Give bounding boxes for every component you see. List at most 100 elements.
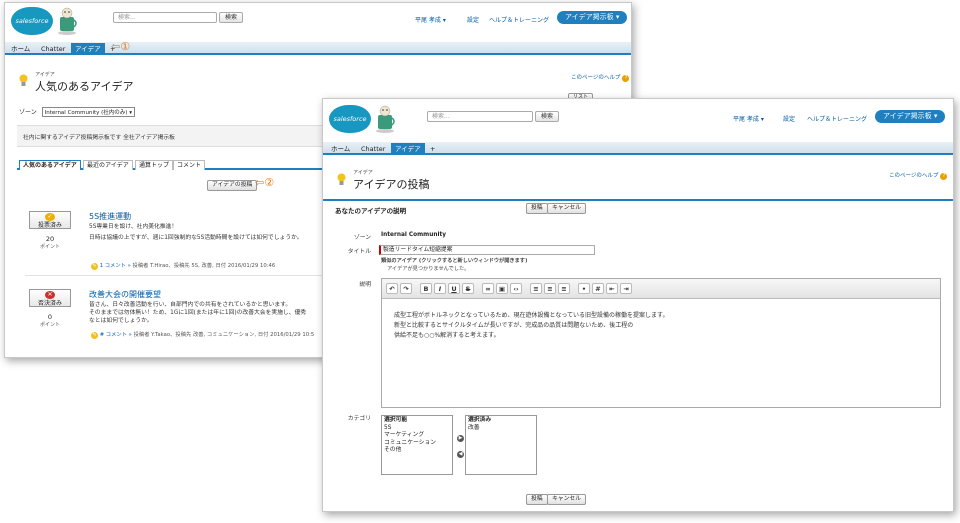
image-icon[interactable]: ▣ bbox=[496, 283, 508, 294]
salesforce-logo[interactable]: salesforce bbox=[11, 7, 53, 35]
mascot-icon bbox=[58, 7, 77, 35]
align-center-icon[interactable]: ≡ bbox=[544, 283, 556, 294]
subtab-comments[interactable]: コメント bbox=[173, 160, 206, 170]
rich-text-editor[interactable]: ↶ ↷ B I U S ∞ ▣ ‹› ≡ ≡ ≡ • # ⇤ ⇥ 成型工程がボト… bbox=[381, 278, 941, 408]
page-help-link[interactable]: このページのヘルプ? bbox=[889, 171, 948, 180]
category-option-kaizen[interactable]: 改善 bbox=[468, 425, 534, 433]
add-category-arrow-icon[interactable]: ▶ bbox=[457, 435, 464, 442]
vote-label: 否決済み bbox=[37, 300, 62, 307]
redo-icon[interactable]: ↷ bbox=[400, 283, 412, 294]
subtab-top-all-time[interactable]: 通算トップ bbox=[135, 160, 174, 170]
vote-label: 投票済み bbox=[37, 222, 62, 229]
rejected-icon: ✕ bbox=[45, 291, 55, 299]
idea-meta: ✎ 1 コメント » 投稿者 T.Hirao、投稿先 5S, 改善, 日付 20… bbox=[89, 261, 275, 270]
user-menu[interactable]: 平尾 孝成 ▾ bbox=[415, 15, 446, 24]
category-label: カテゴリ bbox=[347, 416, 371, 422]
search-input[interactable]: 検索... bbox=[427, 111, 533, 122]
lightbulb-icon bbox=[337, 173, 346, 185]
editor-toolbar: ↶ ↷ B I U S ∞ ▣ ‹› ≡ ≡ ≡ • # ⇤ ⇥ bbox=[382, 279, 940, 299]
tab-home[interactable]: ホーム bbox=[327, 143, 354, 155]
vote-button[interactable]: ✓ 投票済み bbox=[29, 211, 71, 229]
align-right-icon[interactable]: ≡ bbox=[558, 283, 570, 294]
post-button-bottom[interactable]: 投稿 bbox=[526, 494, 548, 505]
idea-title[interactable]: 改善大会の開催要望 bbox=[89, 289, 161, 300]
italic-icon[interactable]: I bbox=[434, 283, 446, 294]
title-input[interactable]: 製造リードタイム短縮提案 bbox=[379, 245, 595, 255]
points-unit: ポイント bbox=[39, 244, 60, 250]
selected-categories-list[interactable]: 選択済み 改善 bbox=[465, 415, 537, 475]
help-training-link[interactable]: ヘルプ＆トレーニング bbox=[489, 15, 549, 24]
numbered-list-icon[interactable]: # bbox=[592, 283, 604, 294]
category-option-5s[interactable]: 5S bbox=[384, 425, 450, 433]
idea-meta-text: 投稿者 Y.Takao、投稿先 改善, コミュニケーション, 日付 2016/0… bbox=[133, 332, 315, 338]
comment-icon: ✎ bbox=[91, 332, 98, 339]
tab-ideas[interactable]: アイデア bbox=[391, 143, 425, 155]
page-title: 人気のあるアイデア bbox=[35, 80, 134, 93]
undo-icon[interactable]: ↶ bbox=[386, 283, 398, 294]
cancel-button-top[interactable]: キャンセル bbox=[547, 203, 586, 214]
tab-bar: ホーム Chatter アイデア + bbox=[5, 42, 631, 55]
search-input[interactable]: 検索... bbox=[113, 12, 217, 23]
available-categories-list[interactable]: 選択可能 5S マーケティング コミュニケーション その他 bbox=[381, 415, 453, 475]
page-help-label: このページのヘルプ bbox=[889, 173, 939, 179]
comments-link[interactable]: 1 コメント » bbox=[100, 263, 131, 269]
app-header: salesforce 検索... 検索 平尾 孝成 ▾ 設定 ヘルプ＆トレーニン… bbox=[323, 99, 953, 141]
underline-icon[interactable]: U bbox=[448, 283, 460, 294]
help-training-link[interactable]: ヘルプ＆トレーニング bbox=[807, 114, 867, 123]
page-help-link[interactable]: このページのヘルプ? bbox=[571, 73, 630, 82]
help-icon: ? bbox=[940, 173, 948, 180]
subtab-popular[interactable]: 人気のあるアイデア bbox=[19, 160, 81, 170]
search-button[interactable]: 検索 bbox=[535, 111, 560, 122]
bulleted-list-icon[interactable]: • bbox=[578, 283, 590, 294]
post-idea-button[interactable]: アイデアの投稿 bbox=[207, 180, 258, 191]
page-kicker: アイデア bbox=[35, 72, 55, 78]
vote-button[interactable]: ✕ 否決済み bbox=[29, 289, 71, 307]
search-button[interactable]: 検索 bbox=[219, 12, 244, 23]
app-header: salesforce 検索... 検索 平尾 孝成 ▾ 設定 ヘルプ＆トレーニン… bbox=[5, 3, 631, 41]
zone-label: ゾーン bbox=[353, 235, 371, 241]
code-icon[interactable]: ‹› bbox=[510, 283, 522, 294]
points: 0 ポイント bbox=[29, 313, 71, 328]
salesforce-logo[interactable]: salesforce bbox=[329, 105, 371, 133]
points-unit: ポイント bbox=[39, 322, 60, 328]
setup-link[interactable]: 設定 bbox=[467, 15, 479, 24]
cancel-button-bottom[interactable]: キャンセル bbox=[547, 494, 586, 505]
category-option-marketing[interactable]: マーケティング bbox=[384, 432, 450, 440]
category-option-communication[interactable]: コミュニケーション bbox=[384, 440, 450, 448]
tab-ideas[interactable]: アイデア bbox=[71, 43, 105, 55]
page-title: アイデアの投稿 bbox=[353, 178, 430, 191]
idea-body-line: なとは如何でしょうか。 bbox=[89, 318, 153, 324]
zone-select[interactable]: Internal Community (社内のみ) ▾ bbox=[41, 107, 135, 117]
bold-icon[interactable]: B bbox=[420, 283, 432, 294]
tab-chatter[interactable]: Chatter bbox=[37, 43, 69, 55]
zone-label: ゾーン bbox=[19, 109, 37, 116]
editor-line: 新型と比較するとサイクルタイムが長いですが、完成品の品質は問題ないため、後工程の bbox=[394, 322, 634, 329]
indent-icon[interactable]: ⇥ bbox=[620, 283, 632, 294]
outdent-icon[interactable]: ⇤ bbox=[606, 283, 618, 294]
voted-icon: ✓ bbox=[45, 213, 55, 221]
available-header: 選択可能 bbox=[384, 417, 408, 423]
comments-link[interactable]: # コメント » bbox=[100, 332, 132, 338]
app-menu-button[interactable]: アイデア掲示板 ▾ bbox=[557, 11, 628, 24]
idea-meta-text: 投稿者 T.Hirao、投稿先 5S, 改善, 日付 2016/01/29 10… bbox=[132, 263, 276, 269]
tab-chatter[interactable]: Chatter bbox=[357, 143, 389, 155]
subtab-recent[interactable]: 最近のアイデア bbox=[83, 160, 133, 170]
tab-home[interactable]: ホーム bbox=[7, 43, 34, 55]
user-menu[interactable]: 平尾 孝成 ▾ bbox=[733, 114, 764, 123]
zone-value: Internal Community bbox=[381, 232, 446, 238]
align-left-icon[interactable]: ≡ bbox=[530, 283, 542, 294]
post-button-top[interactable]: 投稿 bbox=[526, 203, 548, 214]
comment-icon: ✎ bbox=[91, 263, 98, 270]
remove-category-arrow-icon[interactable]: ◀ bbox=[457, 451, 464, 458]
setup-link[interactable]: 設定 bbox=[783, 114, 795, 123]
editor-line: 成型工程がボトルネックとなっているため、現在遊休設備となっている旧型設備の稼働を… bbox=[394, 312, 669, 319]
app-menu-button[interactable]: アイデア掲示板 ▾ bbox=[875, 110, 946, 123]
strikethrough-icon[interactable]: S bbox=[462, 283, 474, 294]
category-option-other[interactable]: その他 bbox=[384, 447, 450, 455]
similar-ideas-hint[interactable]: 類似のアイデア (クリックすると新しいウィンドウが開きます) bbox=[381, 257, 527, 264]
idea-title[interactable]: 5S推進運動 bbox=[89, 211, 131, 222]
tab-add[interactable]: + bbox=[426, 143, 439, 155]
link-icon[interactable]: ∞ bbox=[482, 283, 494, 294]
lightbulb-icon bbox=[19, 74, 28, 86]
help-icon: ? bbox=[622, 75, 630, 82]
